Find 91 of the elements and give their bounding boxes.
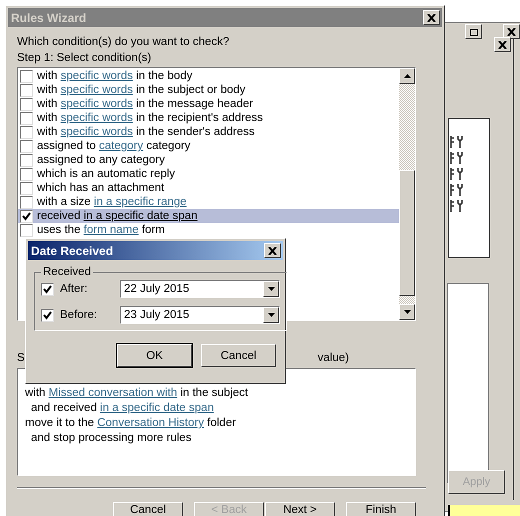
close-icon xyxy=(268,246,277,254)
checkbox[interactable] xyxy=(20,126,33,138)
checkbox[interactable] xyxy=(20,84,33,96)
condition-row[interactable]: with specific words in the recipient's address xyxy=(18,111,399,125)
condition-text: with specific words in the recipient's address xyxy=(37,112,263,124)
close-icon xyxy=(498,40,507,48)
wizard-button[interactable]: Cancel xyxy=(113,502,183,516)
condition-text: received in a specific date span xyxy=(37,210,198,222)
description-line: with Missed conversation with in the subject xyxy=(25,386,250,401)
condition-row[interactable]: received in a specific date span xyxy=(18,209,399,223)
checkbox[interactable] xyxy=(20,224,33,236)
close-icon xyxy=(507,28,516,36)
condition-text: with a size in a specific range xyxy=(37,196,187,208)
condition-text: uses the form name form xyxy=(37,224,165,236)
step-label: Step 1: Select condition(s) xyxy=(17,51,152,66)
scroll-up-button[interactable] xyxy=(399,68,415,84)
status-strip xyxy=(448,505,520,516)
description-link[interactable]: Conversation History xyxy=(97,417,204,429)
scroll-down-button[interactable] xyxy=(399,304,415,320)
description-link[interactable]: Missed conversation with xyxy=(48,387,178,399)
condition-text: which has an attachment xyxy=(37,182,164,194)
description-line: and received in a specific date span xyxy=(30,401,215,416)
checkbox[interactable] xyxy=(20,196,33,208)
down-arrow-icon xyxy=(268,313,274,317)
maximize-icon xyxy=(470,28,478,36)
close-button[interactable] xyxy=(423,10,440,25)
checkbox[interactable] xyxy=(20,98,33,110)
down-arrow-icon xyxy=(268,287,274,291)
condition-link[interactable]: specific words xyxy=(60,84,133,96)
close-button[interactable] xyxy=(264,243,281,258)
step-label: S xyxy=(17,351,25,366)
condition-link[interactable]: in a specific date span xyxy=(84,210,198,222)
step-label: value) xyxy=(318,351,349,366)
group-label: Received xyxy=(42,266,92,278)
condition-row[interactable]: which is an automatic reply xyxy=(18,167,399,181)
close-button[interactable] xyxy=(503,24,520,39)
condition-link[interactable]: specific words xyxy=(60,126,133,138)
condition-text: with specific words in the message header xyxy=(37,98,254,110)
description-link[interactable]: in a specific date span xyxy=(100,402,214,414)
scrollbar[interactable] xyxy=(399,68,415,320)
checkbox[interactable] xyxy=(41,308,54,322)
description-line: move it to the Conversation History folder xyxy=(25,416,237,431)
maximize-button[interactable] xyxy=(465,24,482,39)
condition-row[interactable]: with specific words in the sender's address xyxy=(18,125,399,139)
condition-text: with specific words in the sender's address xyxy=(37,126,255,138)
condition-row[interactable]: with a size in a specific range xyxy=(18,195,399,209)
date-label: After: xyxy=(60,283,88,295)
description-line: and stop processing more rules xyxy=(30,431,192,446)
checkbox[interactable] xyxy=(20,210,33,222)
checkbox[interactable] xyxy=(20,182,33,194)
wizard-button[interactable]: Next > xyxy=(265,502,335,516)
condition-link[interactable]: specific words xyxy=(60,70,133,82)
condition-link[interactable]: category xyxy=(99,140,144,152)
condition-row[interactable]: with specific words in the message header xyxy=(18,97,399,111)
window-title: Rules Wizard xyxy=(11,10,86,24)
condition-text: which is an automatic reply xyxy=(37,168,176,180)
condition-link[interactable]: specific words xyxy=(60,112,133,124)
checkbox[interactable] xyxy=(20,154,33,166)
heading: Which condition(s) do you want to check? xyxy=(17,35,230,50)
condition-link[interactable]: in a specific range xyxy=(94,196,187,208)
condition-text: with specific words in the subject or body xyxy=(37,84,246,96)
down-arrow-icon xyxy=(404,310,410,314)
wizard-button[interactable]: Finish xyxy=(346,502,416,516)
checkbox[interactable] xyxy=(20,168,33,180)
date-picker[interactable]: 23 July 2015 xyxy=(120,306,280,324)
condition-row[interactable]: uses the form name form xyxy=(18,223,399,237)
condition-row[interactable]: assigned to any category xyxy=(18,153,399,167)
condition-row[interactable]: which has an attachment xyxy=(18,181,399,195)
condition-row[interactable]: with specific words in the subject or body xyxy=(18,83,399,97)
condition-text: assigned to category category xyxy=(37,140,190,152)
checkbox[interactable] xyxy=(20,70,33,82)
condition-link[interactable]: form name xyxy=(84,224,139,236)
condition-text: assigned to any category xyxy=(37,154,165,166)
checkbox[interactable] xyxy=(20,140,33,152)
close-icon xyxy=(427,14,436,22)
dropdown-button[interactable] xyxy=(263,281,279,297)
dropdown-button[interactable] xyxy=(263,307,279,323)
scroll-thumb[interactable] xyxy=(399,170,415,296)
dialog-button[interactable]: OK xyxy=(117,344,192,367)
checkbox[interactable] xyxy=(41,282,54,296)
condition-text: with specific words in the body xyxy=(37,70,192,82)
condition-row[interactable]: assigned to category category xyxy=(18,139,399,153)
condition-link[interactable]: specific words xyxy=(60,98,133,110)
condition-row[interactable]: with specific words in the body xyxy=(18,69,399,83)
up-arrow-icon xyxy=(404,74,410,78)
dialog-title: Date Received xyxy=(31,244,114,258)
date-picker[interactable]: 22 July 2015 xyxy=(120,280,280,298)
dialog-button[interactable]: Cancel xyxy=(201,344,276,367)
date-label: Before: xyxy=(60,309,98,321)
checkbox[interactable] xyxy=(20,112,33,124)
close-button[interactable] xyxy=(494,37,511,52)
